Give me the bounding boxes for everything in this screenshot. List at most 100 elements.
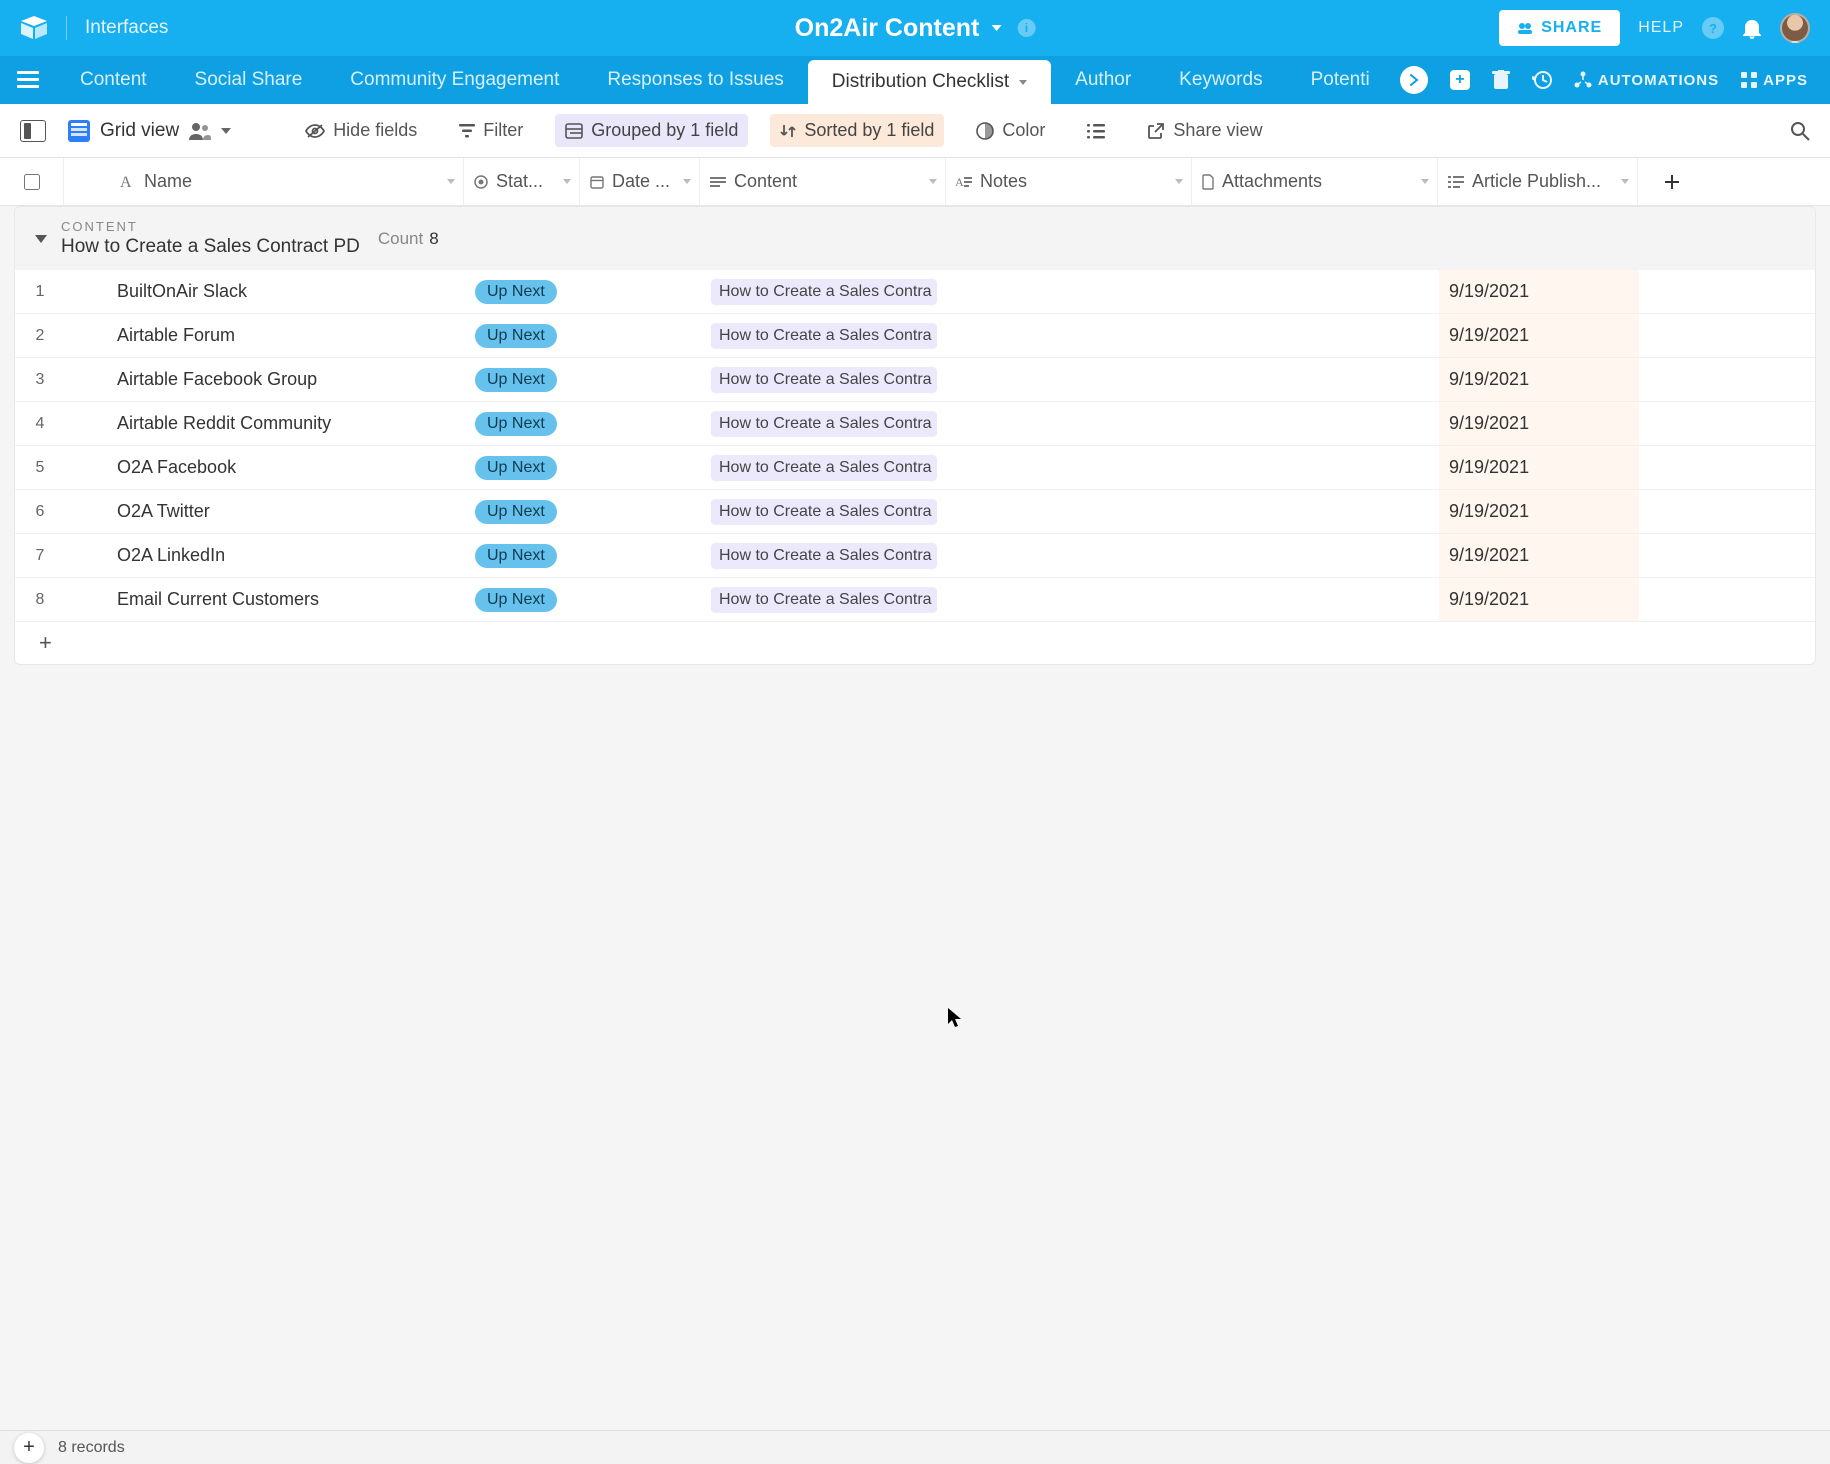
history-icon[interactable] — [1532, 70, 1552, 90]
select-all-checkbox[interactable] — [0, 158, 64, 205]
cell-status[interactable]: Up Next — [465, 402, 581, 445]
tab-keywords[interactable]: Keywords — [1155, 56, 1286, 104]
cell-attachments[interactable] — [1193, 358, 1439, 401]
cell-date[interactable] — [581, 314, 701, 357]
cell-name[interactable]: Airtable Facebook Group — [65, 358, 465, 401]
tables-menu-button[interactable] — [0, 56, 56, 104]
cell-status[interactable]: Up Next — [465, 490, 581, 533]
cell-article-publish[interactable]: 9/19/2021 — [1439, 490, 1639, 533]
user-avatar[interactable] — [1780, 13, 1810, 43]
group-header[interactable]: CONTENT How to Create a Sales Contract P… — [14, 206, 1816, 270]
view-switcher[interactable]: Grid view — [68, 120, 231, 142]
cell-status[interactable]: Up Next — [465, 270, 581, 313]
tab-content[interactable]: Content — [56, 56, 171, 104]
collaborators-icon[interactable] — [189, 122, 211, 140]
cell-notes[interactable] — [947, 490, 1193, 533]
table-row[interactable]: 8 Email Current Customers Up Next How to… — [15, 578, 1815, 622]
cell-attachments[interactable] — [1193, 446, 1439, 489]
cell-date[interactable] — [581, 534, 701, 577]
cell-content[interactable]: How to Create a Sales Contra — [701, 358, 947, 401]
group-button[interactable]: Grouped by 1 field — [555, 114, 748, 147]
column-notes[interactable]: A Notes — [946, 158, 1192, 205]
cell-content[interactable]: How to Create a Sales Contra — [701, 270, 947, 313]
cell-attachments[interactable] — [1193, 490, 1439, 533]
linked-record-chip[interactable]: How to Create a Sales Contra — [711, 367, 937, 393]
column-content[interactable]: Content — [700, 158, 946, 205]
airtable-logo-icon[interactable] — [20, 14, 48, 42]
cell-name[interactable]: O2A Twitter — [65, 490, 465, 533]
share-button[interactable]: SHARE — [1499, 10, 1620, 46]
column-article-publish[interactable]: Article Publish... — [1438, 158, 1638, 205]
cell-status[interactable]: Up Next — [465, 446, 581, 489]
quick-add-record-button[interactable]: + — [14, 1433, 44, 1463]
cell-content[interactable]: How to Create a Sales Contra — [701, 534, 947, 577]
collapse-group-icon[interactable] — [35, 235, 47, 243]
sort-button[interactable]: Sorted by 1 field — [770, 114, 944, 147]
column-attachments[interactable]: Attachments — [1192, 158, 1438, 205]
row-height-button[interactable] — [1077, 116, 1115, 146]
table-row[interactable]: 1 BuiltOnAir Slack Up Next How to Create… — [15, 270, 1815, 314]
notifications-icon[interactable] — [1742, 17, 1762, 39]
cell-name[interactable]: Airtable Forum — [65, 314, 465, 357]
tab-social-share[interactable]: Social Share — [171, 56, 327, 104]
cell-date[interactable] — [581, 402, 701, 445]
chevron-down-icon[interactable] — [221, 128, 231, 134]
apps-button[interactable]: APPS — [1741, 72, 1808, 89]
cell-content[interactable]: How to Create a Sales Contra — [701, 402, 947, 445]
cell-status[interactable]: Up Next — [465, 578, 581, 621]
search-button[interactable] — [1790, 121, 1810, 141]
cell-attachments[interactable] — [1193, 270, 1439, 313]
cell-date[interactable] — [581, 358, 701, 401]
cell-content[interactable]: How to Create a Sales Contra — [701, 578, 947, 621]
cell-article-publish[interactable]: 9/19/2021 — [1439, 534, 1639, 577]
cell-attachments[interactable] — [1193, 534, 1439, 577]
help-icon[interactable]: ? — [1702, 17, 1724, 39]
cell-notes[interactable] — [947, 446, 1193, 489]
cell-notes[interactable] — [947, 578, 1193, 621]
cell-attachments[interactable] — [1193, 402, 1439, 445]
hide-fields-button[interactable]: Hide fields — [295, 114, 427, 147]
cell-date[interactable] — [581, 578, 701, 621]
table-row[interactable]: 7 O2A LinkedIn Up Next How to Create a S… — [15, 534, 1815, 578]
info-icon[interactable]: i — [1017, 19, 1035, 37]
tab-author[interactable]: Author — [1051, 56, 1155, 104]
column-status[interactable]: Stat... — [464, 158, 580, 205]
cell-article-publish[interactable]: 9/19/2021 — [1439, 314, 1639, 357]
linked-record-chip[interactable]: How to Create a Sales Contra — [711, 279, 937, 305]
cell-name[interactable]: Email Current Customers — [65, 578, 465, 621]
column-name[interactable]: A Name — [64, 158, 464, 205]
cell-name[interactable]: O2A LinkedIn — [65, 534, 465, 577]
cell-status[interactable]: Up Next — [465, 358, 581, 401]
table-row[interactable]: 6 O2A Twitter Up Next How to Create a Sa… — [15, 490, 1815, 534]
table-row[interactable]: 3 Airtable Facebook Group Up Next How to… — [15, 358, 1815, 402]
linked-record-chip[interactable]: How to Create a Sales Contra — [711, 543, 937, 569]
trash-icon[interactable] — [1492, 70, 1510, 90]
cell-content[interactable]: How to Create a Sales Contra — [701, 490, 947, 533]
filter-button[interactable]: Filter — [449, 114, 533, 147]
cell-article-publish[interactable]: 9/19/2021 — [1439, 578, 1639, 621]
tabs-scroll-right-button[interactable] — [1400, 66, 1428, 94]
add-field-button[interactable] — [1638, 158, 1706, 205]
tab-community-engagement[interactable]: Community Engagement — [326, 56, 583, 104]
cell-notes[interactable] — [947, 402, 1193, 445]
linked-record-chip[interactable]: How to Create a Sales Contra — [711, 587, 937, 613]
cell-date[interactable] — [581, 270, 701, 313]
linked-record-chip[interactable]: How to Create a Sales Contra — [711, 411, 937, 437]
cell-notes[interactable] — [947, 358, 1193, 401]
cell-content[interactable]: How to Create a Sales Contra — [701, 314, 947, 357]
linked-record-chip[interactable]: How to Create a Sales Contra — [711, 499, 937, 525]
base-title-group[interactable]: On2Air Content i — [795, 14, 1036, 43]
add-table-button[interactable]: + — [1450, 70, 1470, 90]
cell-content[interactable]: How to Create a Sales Contra — [701, 446, 947, 489]
color-button[interactable]: Color — [966, 114, 1055, 147]
cell-name[interactable]: BuiltOnAir Slack — [65, 270, 465, 313]
cell-attachments[interactable] — [1193, 314, 1439, 357]
linked-record-chip[interactable]: How to Create a Sales Contra — [711, 455, 937, 481]
cell-notes[interactable] — [947, 534, 1193, 577]
cell-status[interactable]: Up Next — [465, 534, 581, 577]
interfaces-link[interactable]: Interfaces — [85, 17, 168, 39]
tab-distribution-checklist[interactable]: Distribution Checklist — [808, 60, 1051, 104]
cell-article-publish[interactable]: 9/19/2021 — [1439, 358, 1639, 401]
help-label[interactable]: HELP — [1638, 19, 1684, 37]
tab-potential[interactable]: Potenti — [1287, 56, 1376, 104]
